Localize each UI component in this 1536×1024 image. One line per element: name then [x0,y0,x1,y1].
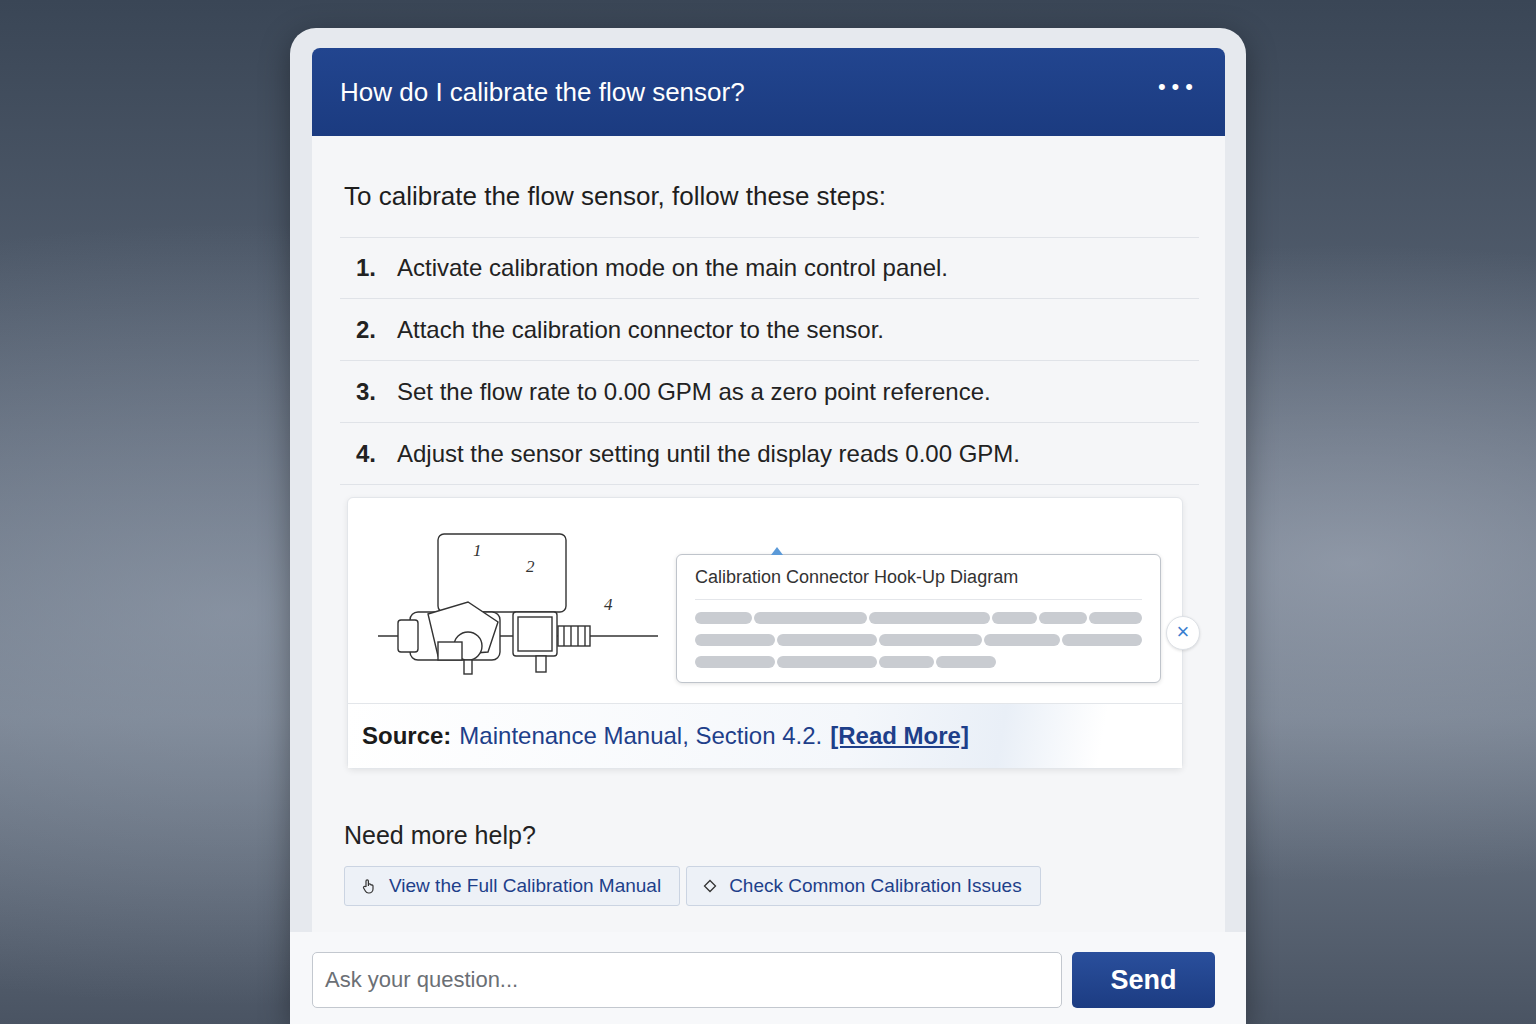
answer-body: To calibrate the flow sensor, follow the… [312,136,1225,932]
skeleton-bar [695,656,775,668]
step-text: Adjust the sensor setting until the disp… [397,440,1020,468]
page: How do I calibrate the flow sensor? ••• To… [0,0,1536,1024]
chat-window: How do I calibrate the flow sensor? ••• To… [290,28,1246,1024]
help-button-label: View the Full Calibration Manual [389,875,661,897]
source-text: Maintenance Manual, Section 4.2. [459,722,822,750]
skeleton-bar [1062,634,1142,646]
hand-pointer-icon [361,878,377,894]
read-more-link[interactable]: [Read More] [830,722,969,750]
diagram-label: 2 [526,557,535,576]
step-number: 1. [356,254,397,282]
skeleton-bar [936,656,996,668]
send-button[interactable]: Send [1072,952,1215,1008]
skeleton-bar [695,612,752,624]
skeleton-bar [869,612,990,624]
menu-button[interactable]: ••• [1158,74,1199,100]
step-item: 1.Activate calibration mode on the main … [340,237,1199,299]
chat-panel: How do I calibrate the flow sensor? ••• To… [312,48,1225,932]
skeleton-bar [1039,612,1088,624]
skeleton-bar [992,612,1037,624]
step-text: Activate calibration mode on the main co… [397,254,948,282]
close-button[interactable]: × [1166,616,1200,650]
step-list: 1.Activate calibration mode on the main … [340,237,1199,485]
skeleton-bar [879,634,983,646]
step-number: 2. [356,316,397,344]
skeleton-bar [879,656,934,668]
skeleton-bar [695,634,775,646]
skeleton-bar [1089,612,1142,624]
step-item: 3.Set the flow rate to 0.00 GPM as a zer… [340,361,1199,423]
step-number: 4. [356,440,397,468]
chat-header: How do I calibrate the flow sensor? ••• [312,48,1225,136]
help-button[interactable]: View the Full Calibration Manual [344,866,680,906]
diagram-label: 1 [473,541,482,560]
tooltip-rule [695,599,1142,600]
question-title: How do I calibrate the flow sensor? [340,77,745,108]
question-input[interactable]: Ask your question... [312,952,1062,1008]
answer-intro: To calibrate the flow sensor, follow the… [344,180,1199,212]
help-title: Need more help? [344,821,1199,850]
help-button-label: Check Common Calibration Issues [729,875,1022,897]
skeleton-row [695,634,1142,646]
tooltip-arrow-icon [771,547,783,555]
step-item: 4.Adjust the sensor setting until the di… [340,423,1199,485]
tooltip-title: Calibration Connector Hook-Up Diagram [695,565,1142,589]
skeleton-bar [777,634,877,646]
diamond-icon [703,879,717,893]
diagram-label: 4 [604,595,613,614]
skeleton-bar [984,634,1060,646]
composer: Ask your question...Send [290,932,1246,1024]
source-row: Source: Maintenance Manual, Section 4.2. [… [348,704,1182,768]
sensor-diagram-icon: 1 2 4 [368,516,658,686]
step-number: 3. [356,378,397,406]
diagram-card: 1 2 4 Calibration Connector Hook-Up Diagram… [347,497,1183,769]
source-label: Source: [362,722,451,750]
step-item: 2.Attach the calibration connector to th… [340,299,1199,361]
skeleton-row [695,612,1142,624]
diagram-area: 1 2 4 Calibration Connector Hook-Up Diagram… [348,498,1182,704]
diagram-tooltip: Calibration Connector Hook-Up Diagram [676,554,1161,683]
step-text: Set the flow rate to 0.00 GPM as a zero … [397,378,991,406]
step-text: Attach the calibration connector to the … [397,316,884,344]
skeleton-bar [754,612,867,624]
skeleton-bar [777,656,877,668]
help-button[interactable]: Check Common Calibration Issues [686,866,1041,906]
skeleton-row [695,656,1142,668]
help-buttons: View the Full Calibration Manual Check Co… [344,866,1199,906]
